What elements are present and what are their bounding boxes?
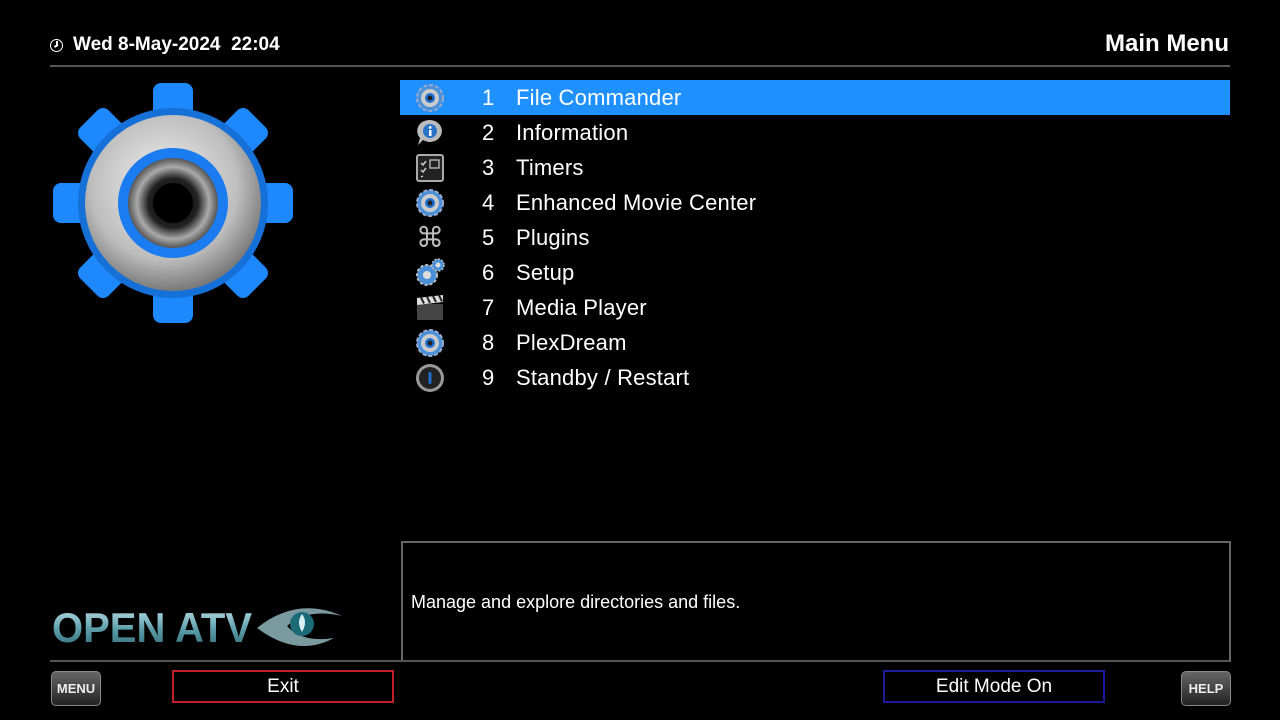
menu-item-plugins[interactable]: ⌘ 5 Plugins xyxy=(400,220,1230,255)
menu-item-number: 2 xyxy=(482,119,495,145)
menu-item-label: File Commander xyxy=(516,84,682,110)
menu-item-file-commander[interactable]: 1 File Commander xyxy=(400,80,1230,115)
gear-small-icon xyxy=(415,188,445,218)
menu-item-label: Media Player xyxy=(516,294,647,320)
info-icon xyxy=(415,118,445,148)
openatv-logo: OPEN ATV xyxy=(52,598,352,655)
gear-small-icon xyxy=(415,83,445,113)
menu-item-number: 1 xyxy=(482,84,495,110)
menu-item-standby-restart[interactable]: 9 Standby / Restart xyxy=(400,360,1230,395)
date-text: Wed 8-May-2024 xyxy=(73,34,221,55)
edit-mode-button[interactable]: Edit Mode On xyxy=(883,670,1105,703)
menu-item-number: 6 xyxy=(482,259,495,285)
menu-item-enhanced-movie-center[interactable]: 4 Enhanced Movie Center xyxy=(400,185,1230,220)
menu-item-media-player[interactable]: 7 Media Player xyxy=(400,290,1230,325)
menu-item-label: Timers xyxy=(516,154,584,180)
menu-item-plexdream[interactable]: 8 PlexDream xyxy=(400,325,1230,360)
menu-item-number: 9 xyxy=(482,364,495,390)
menu-item-label: Enhanced Movie Center xyxy=(516,189,757,215)
menu-item-label: PlexDream xyxy=(516,329,627,355)
footer-divider xyxy=(50,660,1230,662)
header-divider xyxy=(50,65,1230,67)
clapperboard-icon xyxy=(415,293,445,323)
menu-item-label: Setup xyxy=(516,259,575,285)
date-time: Wed 8-May-2024 22:04 xyxy=(50,34,280,56)
menu-item-number: 3 xyxy=(482,154,495,180)
menu-item-setup[interactable]: 6 Setup xyxy=(400,255,1230,290)
power-icon xyxy=(415,363,445,393)
page-title: Main Menu xyxy=(1105,30,1229,57)
main-menu-list: 1 File Commander 2 Information 3 Timers … xyxy=(400,80,1230,395)
menu-item-information[interactable]: 2 Information xyxy=(400,115,1230,150)
timer-checklist-icon xyxy=(415,153,445,183)
description-panel: Manage and explore directories and files… xyxy=(401,541,1231,662)
menu-item-number: 8 xyxy=(482,329,495,355)
settings-gear-icon xyxy=(53,83,293,323)
menu-item-number: 5 xyxy=(482,224,495,250)
exit-button[interactable]: Exit xyxy=(172,670,394,703)
gear-small-icon xyxy=(415,328,445,358)
gears-icon xyxy=(415,257,445,288)
menu-item-label: Plugins xyxy=(516,224,590,250)
time-text: 22:04 xyxy=(231,34,280,55)
help-key-button[interactable]: HELP xyxy=(1181,671,1231,706)
menu-item-label: Information xyxy=(516,119,629,145)
svg-text:OPEN ATV: OPEN ATV xyxy=(52,604,252,650)
description-text: Manage and explore directories and files… xyxy=(411,592,741,612)
menu-item-number: 4 xyxy=(482,189,495,215)
menu-item-label: Standby / Restart xyxy=(516,364,690,390)
menu-item-number: 7 xyxy=(482,294,495,320)
menu-item-timers[interactable]: 3 Timers xyxy=(400,150,1230,185)
command-key-icon: ⌘ xyxy=(416,222,444,253)
clock-icon xyxy=(50,38,63,52)
menu-key-button[interactable]: MENU xyxy=(51,671,101,706)
